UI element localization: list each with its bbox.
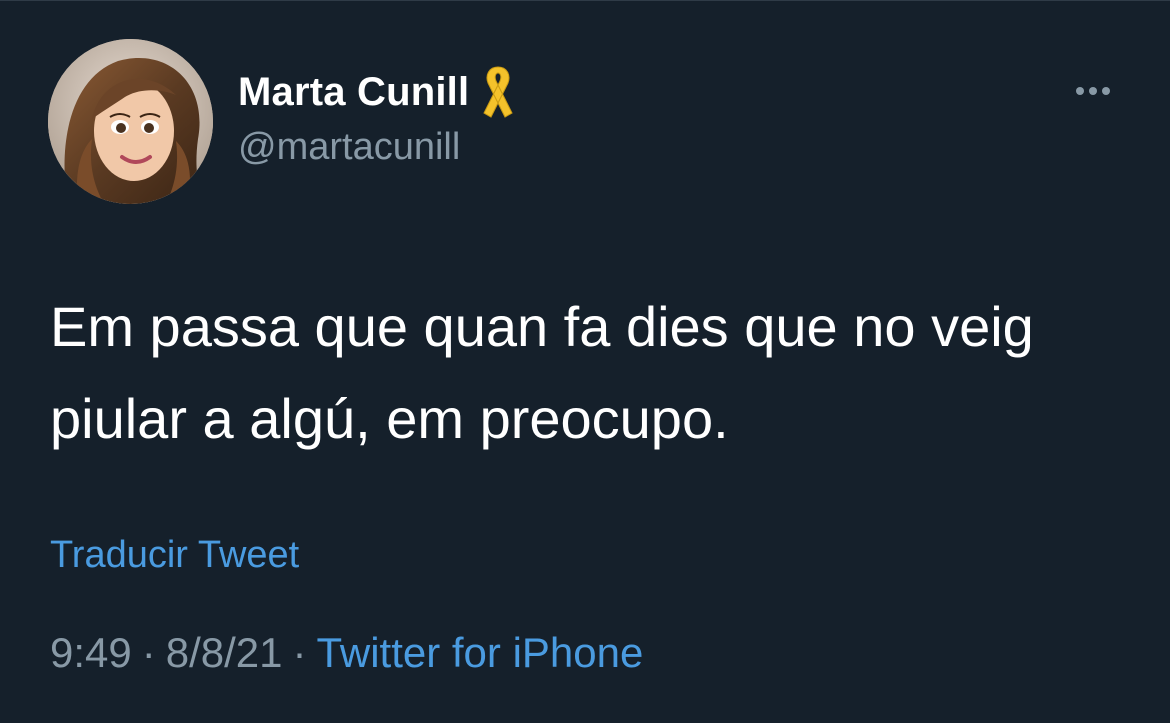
more-dot: [1076, 87, 1084, 95]
tweet-time: 9:49: [50, 629, 132, 676]
meta-separator: ·: [141, 629, 156, 676]
avatar-illustration: [48, 39, 213, 204]
more-dot: [1089, 87, 1097, 95]
author-display-name[interactable]: Marta Cunill: [238, 70, 469, 115]
tweet-text: Em passa que quan fa dies que no veig pi…: [50, 295, 1034, 450]
meta-separator: ·: [292, 629, 307, 676]
more-options-icon[interactable]: [1068, 77, 1118, 105]
profile-avatar[interactable]: [48, 39, 213, 204]
tweet-date: 8/8/21: [165, 629, 283, 676]
translate-tweet-link[interactable]: Traducir Tweet: [50, 534, 299, 577]
author-name-row: Marta Cunill: [238, 63, 517, 121]
tweet-card: Marta Cunill @martacunill Em passa que q…: [0, 0, 1170, 723]
yellow-ribbon-icon: [479, 63, 517, 121]
author-handle[interactable]: @martacunill: [238, 126, 460, 169]
tweet-source-link[interactable]: Twitter for iPhone: [317, 629, 644, 676]
more-dot: [1102, 87, 1110, 95]
tweet-meta: 9:49 · 8/8/21 · Twitter for iPhone: [50, 629, 643, 677]
